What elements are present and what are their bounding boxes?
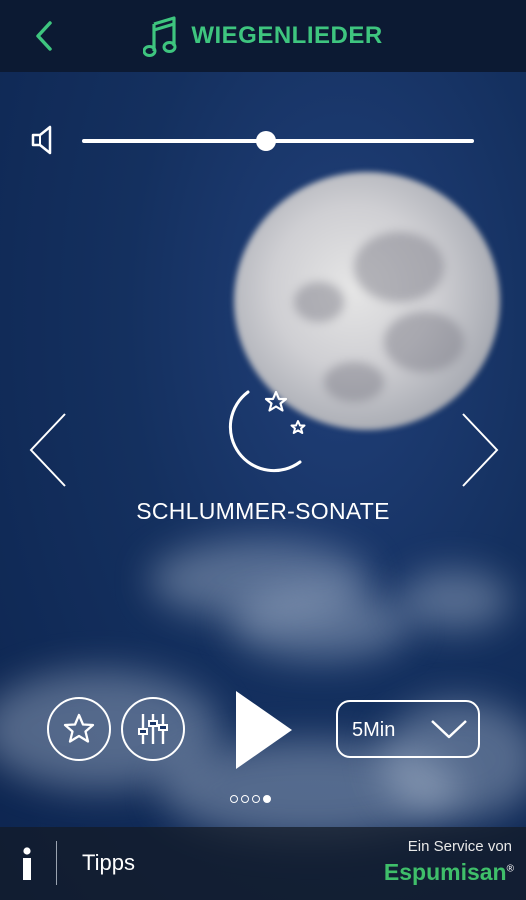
page-dot[interactable] bbox=[252, 795, 260, 803]
page-dot[interactable] bbox=[263, 795, 271, 803]
sleep-timer-select[interactable]: 5Min bbox=[336, 700, 480, 758]
equalizer-icon bbox=[138, 714, 168, 744]
song-title: SCHLUMMER-SONATE bbox=[136, 498, 390, 524]
app-header: WIEGENLIEDER bbox=[0, 0, 526, 72]
service-label: Ein Service von bbox=[407, 838, 512, 855]
info-button[interactable] bbox=[18, 847, 36, 881]
footer-divider bbox=[56, 841, 57, 885]
cloud-decoration bbox=[230, 590, 410, 660]
play-icon bbox=[236, 691, 292, 769]
header-title-group: WIEGENLIEDER bbox=[0, 0, 526, 72]
page-dot[interactable] bbox=[230, 795, 238, 803]
footer-bar: Tipps Ein Service von Espumisan® bbox=[0, 827, 526, 900]
cloud-decoration bbox=[400, 570, 510, 630]
star-icon bbox=[63, 713, 95, 743]
page-dot[interactable] bbox=[241, 795, 249, 803]
page-title: WIEGENLIEDER bbox=[191, 22, 383, 49]
volume-control bbox=[28, 122, 488, 160]
volume-slider-thumb[interactable] bbox=[256, 131, 277, 151]
brand-logo[interactable]: Espumisan® bbox=[384, 859, 514, 886]
brand-registered-mark: ® bbox=[506, 863, 514, 875]
favorite-button[interactable] bbox=[47, 697, 111, 761]
page-indicator bbox=[230, 795, 271, 803]
equalizer-button[interactable] bbox=[121, 697, 185, 761]
tips-link[interactable]: Tipps bbox=[82, 850, 135, 876]
chevron-down-icon bbox=[431, 720, 467, 739]
moon-stars-icon bbox=[228, 390, 306, 473]
sleep-timer-value: 5Min bbox=[352, 719, 396, 741]
previous-song-button[interactable] bbox=[28, 412, 68, 488]
next-song-button[interactable] bbox=[460, 412, 500, 488]
play-button[interactable] bbox=[232, 689, 296, 771]
brand-name: Espumisan bbox=[383, 859, 507, 885]
speaker-icon[interactable] bbox=[30, 124, 60, 156]
volume-slider-track[interactable] bbox=[82, 139, 474, 143]
music-note-icon bbox=[143, 16, 177, 57]
